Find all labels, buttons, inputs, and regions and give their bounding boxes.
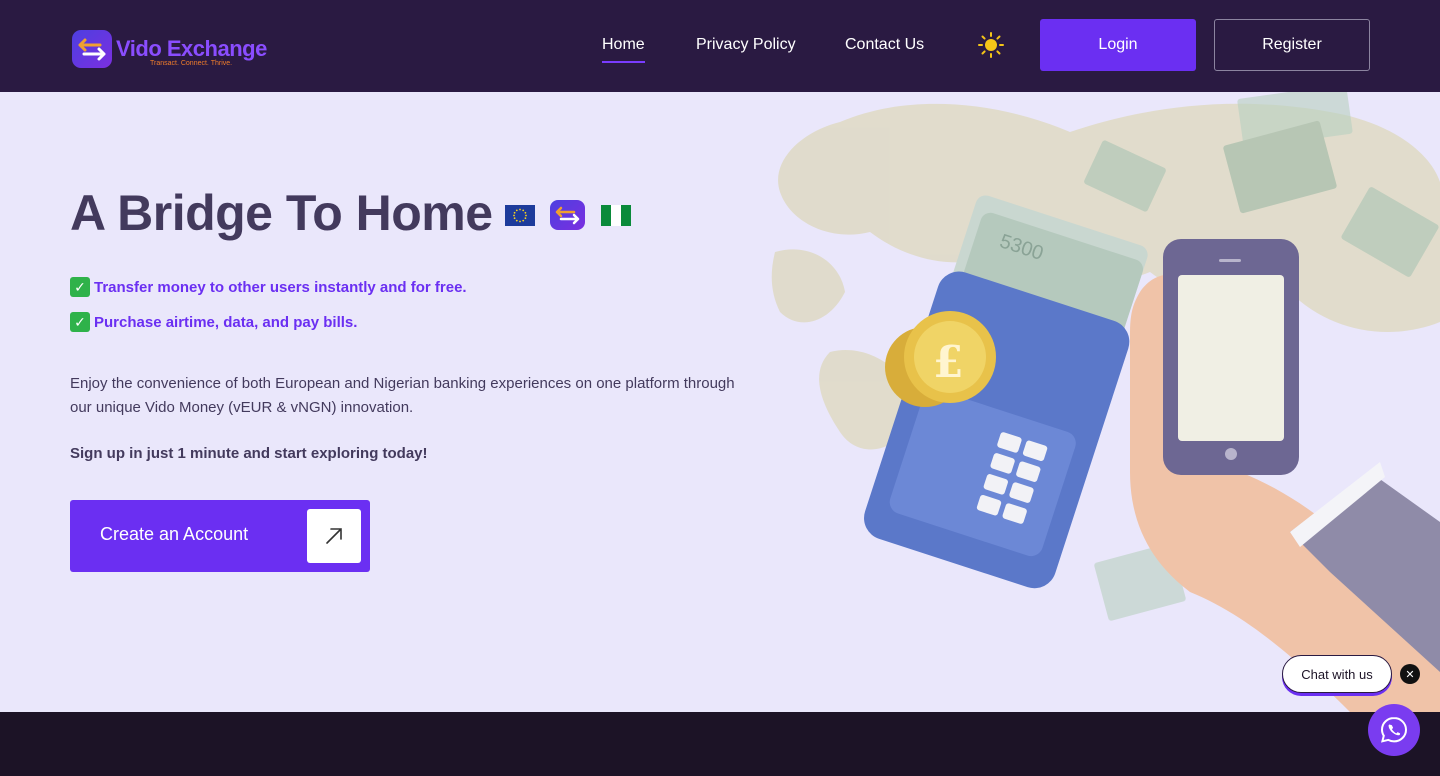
check-mark-icon: ✓: [70, 277, 90, 297]
feature-item: ✓ Purchase airtime, data, and pay bills.: [70, 311, 357, 333]
feature-text: Purchase airtime, data, and pay bills.: [94, 313, 358, 331]
register-button[interactable]: Register: [1214, 19, 1370, 71]
signup-note: Sign up in just 1 minute and start explo…: [70, 445, 428, 462]
hero-title: A Bridge To Home: [70, 185, 493, 241]
nigeria-flag-icon: [601, 205, 631, 226]
check-mark-icon: ✓: [70, 312, 90, 332]
eu-flag-icon: [505, 205, 535, 226]
hero-description: Enjoy the convenience of both European a…: [70, 375, 735, 416]
exchange-arrows-icon: [72, 30, 112, 68]
vido-logo-icon: [550, 200, 585, 230]
hero-section: A Bridge To Home ✓ Transfer money to oth…: [0, 92, 1440, 712]
chat-with-us-button[interactable]: Chat with us: [1282, 655, 1392, 693]
whatsapp-icon[interactable]: [1368, 704, 1420, 756]
brand-name: Vido Exchange: [116, 36, 267, 61]
top-navbar: Vido Exchange Transact. Connect. Thrive.…: [0, 0, 1440, 92]
nav-link-home[interactable]: Home: [602, 36, 645, 63]
create-account-button[interactable]: Create an Account: [70, 500, 370, 572]
brand-logo[interactable]: Vido Exchange Transact. Connect. Thrive.: [72, 30, 272, 70]
chat-label: Chat with us: [1301, 666, 1373, 682]
login-button[interactable]: Login: [1040, 19, 1196, 71]
arrow-up-right-icon: [307, 509, 361, 563]
nav-link-privacy-policy[interactable]: Privacy Policy: [696, 36, 796, 54]
close-icon[interactable]: ✕: [1400, 664, 1420, 684]
brand-tagline: Transact. Connect. Thrive.: [150, 60, 233, 67]
create-account-label: Create an Account: [100, 524, 249, 544]
feature-text: Transfer money to other users instantly …: [94, 278, 467, 296]
svg-text:£: £: [933, 337, 964, 388]
sun-icon[interactable]: [978, 32, 1004, 58]
nav-link-contact-us[interactable]: Contact Us: [845, 36, 924, 54]
footer-section: [0, 712, 1440, 776]
hero-illustration: 5300 £: [770, 92, 1440, 712]
feature-item: ✓ Transfer money to other users instantl…: [70, 276, 467, 298]
